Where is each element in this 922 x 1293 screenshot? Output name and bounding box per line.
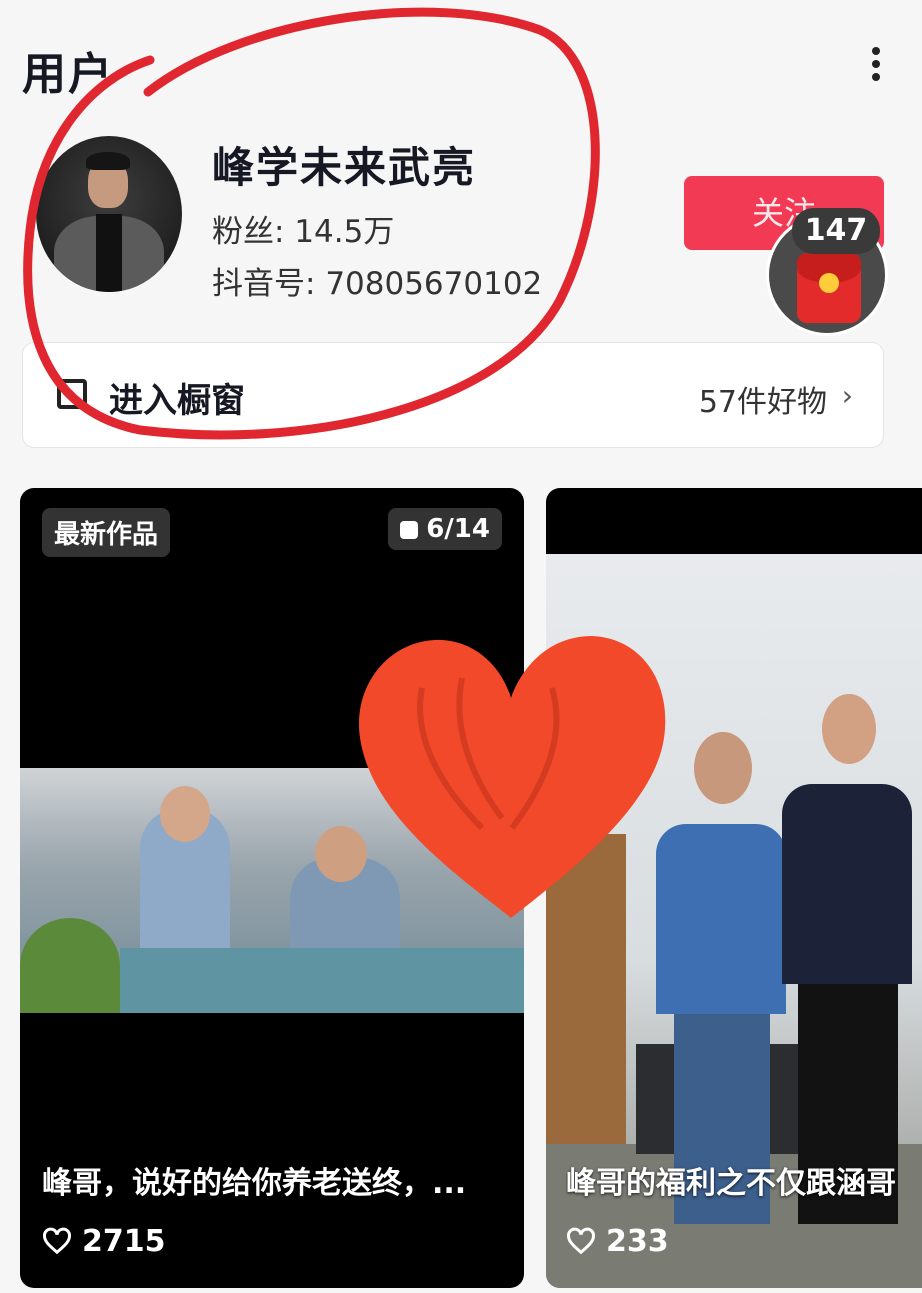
chevron-right-icon: › — [841, 379, 853, 412]
red-packet-count-badge: 147 — [792, 208, 880, 254]
video-card[interactable]: 最新作品 6/14 峰哥，说好的给你养老送终，... 2715 — [20, 488, 524, 1288]
section-title: 用户 — [22, 49, 114, 100]
image-counter: 6/14 — [426, 514, 490, 544]
like-count-value: 2715 — [82, 1224, 166, 1259]
video-card[interactable]: 峰哥的福利之不仅跟涵哥 233 — [546, 488, 922, 1288]
video-caption: 峰哥，说好的给你养老送终，... — [42, 1166, 467, 1201]
fans-label: 粉丝: — [212, 214, 285, 250]
video-thumbnail — [20, 768, 524, 1013]
username[interactable]: 峰学未来武亮 — [212, 134, 476, 195]
heart-outline-icon — [43, 1227, 71, 1255]
shop-window-row[interactable]: 进入橱窗 57件好物 › — [22, 342, 884, 448]
fans-value: 14.5万 — [294, 214, 395, 250]
douyin-id: 抖音号: 70805670102 — [212, 258, 542, 303]
video-caption: 峰哥的福利之不仅跟涵哥 — [566, 1166, 896, 1201]
fans-count: 粉丝: 14.5万 — [212, 206, 394, 251]
shop-item-count: 57件好物 — [698, 385, 827, 420]
like-count-value: 233 — [606, 1224, 669, 1259]
shop-window-label: 进入橱窗 — [109, 381, 245, 421]
douyin-id-value: 70805670102 — [325, 266, 543, 302]
like-count: 233 — [566, 1224, 669, 1259]
gallery-icon — [400, 521, 419, 539]
shop-window-icon — [57, 379, 87, 409]
more-options-icon[interactable] — [862, 42, 890, 92]
image-count-badge: 6/14 — [388, 508, 502, 550]
douyin-id-label: 抖音号: — [212, 266, 316, 302]
latest-work-tag: 最新作品 — [42, 508, 171, 557]
avatar[interactable] — [36, 136, 182, 292]
heart-outline-icon — [567, 1227, 595, 1255]
like-count: 2715 — [42, 1224, 166, 1259]
